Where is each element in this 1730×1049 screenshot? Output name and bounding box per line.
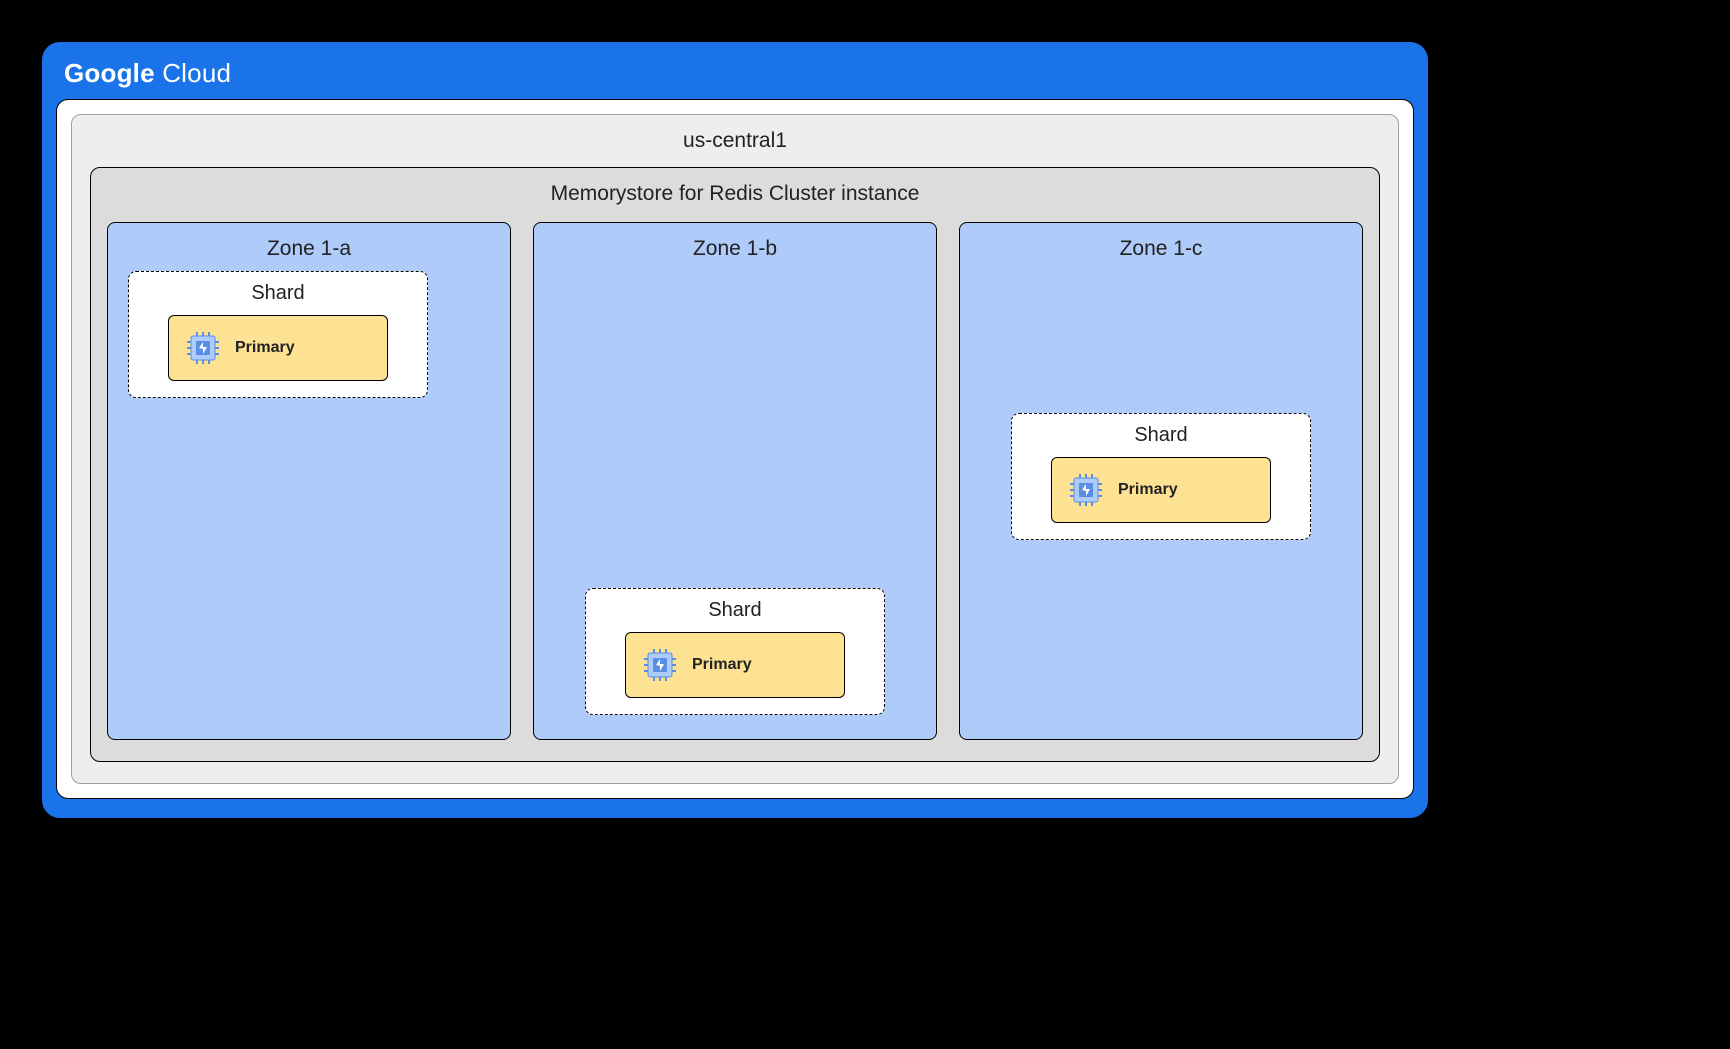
node-label: Primary [1118,481,1178,499]
brand-word-1: Google [64,58,155,88]
shard-label: Shard [1026,424,1296,447]
brand-word-2: Cloud [162,58,231,88]
zone-row: Zone 1-a Shard [107,222,1363,740]
node-label: Primary [235,339,295,357]
instance-title: Memorystore for Redis Cluster instance [107,182,1363,206]
instance-card: Memorystore for Redis Cluster instance Z… [90,167,1380,762]
node-label: Primary [692,656,752,674]
zone-1b: Zone 1-b Shard [533,222,937,740]
primary-node: Primary [1051,457,1271,523]
shard-label: Shard [143,282,413,305]
cloud-container: Google Cloud us-central1 Memorystore for… [40,40,1430,820]
region-title: us-central1 [90,129,1380,153]
region-card: us-central1 Memorystore for Redis Cluste… [71,114,1399,784]
zone-1a: Zone 1-a Shard [107,222,511,740]
shard-box: Shard [1011,413,1311,540]
shard-box: Shard [585,588,885,715]
shard-box: Shard [128,271,428,398]
zone-title: Zone 1-b [548,237,922,261]
memory-chip-icon [185,330,221,366]
zone-title: Zone 1-c [974,237,1348,261]
primary-node: Primary [168,315,388,381]
memory-chip-icon [642,647,678,683]
primary-node: Primary [625,632,845,698]
zone-1c: Zone 1-c Shard [959,222,1363,740]
brand-label: Google Cloud [64,58,1414,89]
white-card: us-central1 Memorystore for Redis Cluste… [56,99,1414,799]
shard-label: Shard [600,599,870,622]
memory-chip-icon [1068,472,1104,508]
zone-title: Zone 1-a [122,237,496,261]
